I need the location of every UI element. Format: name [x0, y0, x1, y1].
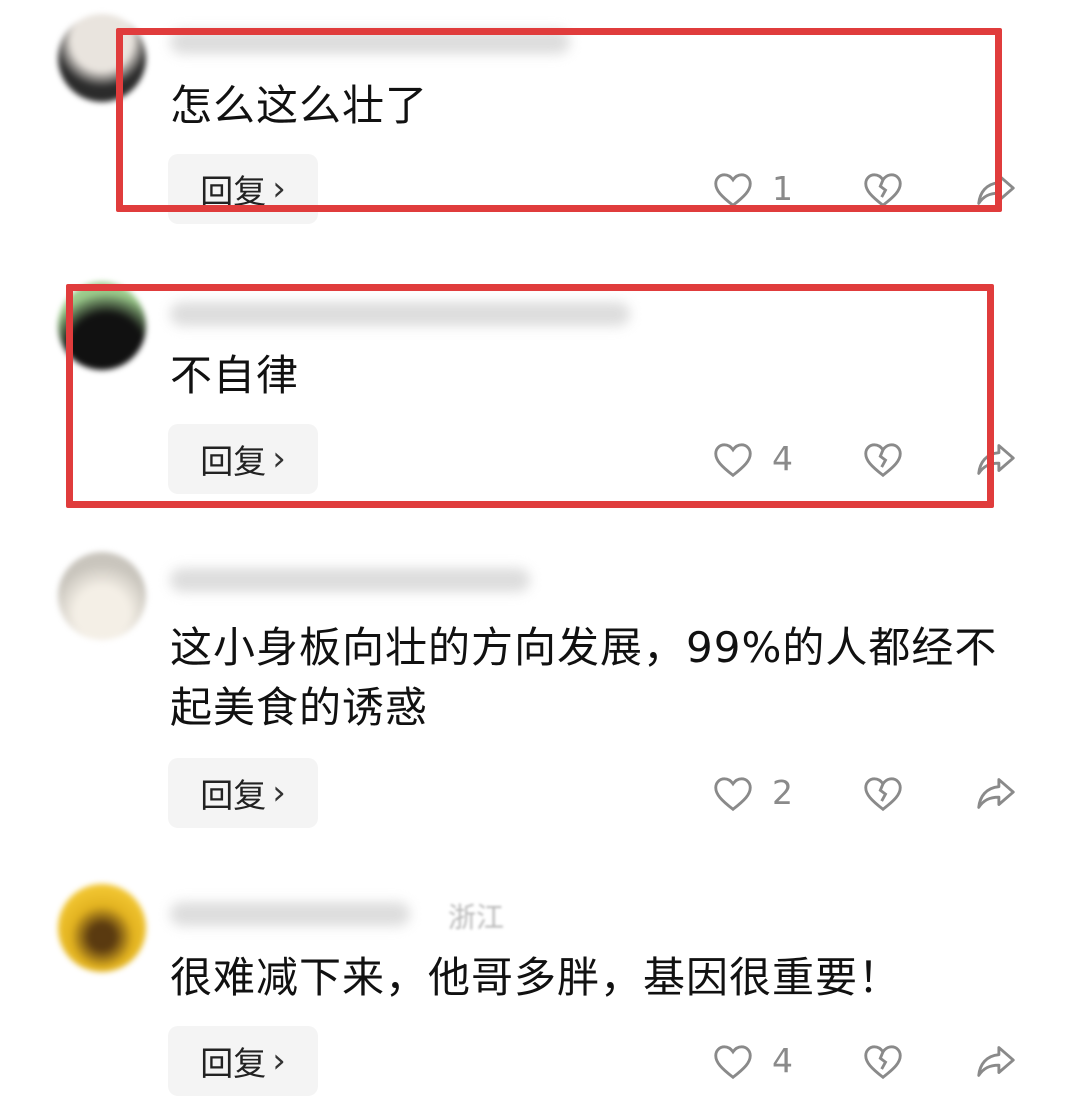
avatar[interactable]: [58, 14, 146, 102]
share-arrow-icon[interactable]: [972, 166, 1020, 212]
username-blurred[interactable]: [170, 902, 410, 926]
comment-list: 怎么这么壮了 回复 › 1 不自律 回复 › 4 这小身板向壮的方向发展，99%…: [0, 0, 1080, 1120]
broken-heart-icon[interactable]: [860, 166, 906, 212]
broken-heart-icon[interactable]: [860, 436, 906, 482]
username-blurred[interactable]: [170, 30, 570, 54]
reply-label: 回复: [200, 172, 267, 211]
comment-text: 不自律: [170, 351, 300, 400]
heart-outline-icon[interactable]: [710, 166, 756, 212]
heart-outline-icon[interactable]: [710, 770, 756, 816]
like-count: 2: [772, 773, 793, 812]
reply-button[interactable]: 回复 ›: [168, 154, 318, 224]
username-blurred[interactable]: [170, 302, 630, 326]
heart-outline-icon[interactable]: [710, 1038, 756, 1084]
reply-button[interactable]: 回复 ›: [168, 1026, 318, 1096]
like-count: 4: [772, 1041, 793, 1080]
broken-heart-icon[interactable]: [860, 770, 906, 816]
heart-outline-icon[interactable]: [710, 436, 756, 482]
broken-heart-icon[interactable]: [860, 1038, 906, 1084]
comment-text: 这小身板向壮的方向发展，99%的人都经不起美食的诱惑: [170, 623, 998, 732]
comment-text: 怎么这么壮了: [170, 81, 429, 130]
like-count: 1: [772, 169, 793, 208]
share-arrow-icon[interactable]: [972, 1038, 1020, 1084]
reply-label: 回复: [200, 1044, 267, 1083]
avatar[interactable]: [58, 884, 146, 972]
username-blurred[interactable]: [170, 568, 530, 592]
reply-label: 回复: [200, 442, 267, 481]
username-location: 浙江: [448, 901, 505, 934]
like-count: 4: [772, 439, 793, 478]
avatar[interactable]: [58, 282, 146, 370]
comment-text: 很难减下来，他哥多胖，基因很重要！: [170, 953, 902, 1002]
reply-button[interactable]: 回复 ›: [168, 424, 318, 494]
avatar[interactable]: [58, 552, 146, 640]
chevron-right-icon: ›: [272, 1041, 286, 1081]
share-arrow-icon[interactable]: [972, 770, 1020, 816]
chevron-right-icon: ›: [272, 773, 286, 813]
chevron-right-icon: ›: [272, 439, 286, 479]
share-arrow-icon[interactable]: [972, 436, 1020, 482]
reply-button[interactable]: 回复 ›: [168, 758, 318, 828]
chevron-right-icon: ›: [272, 169, 286, 209]
reply-label: 回复: [200, 776, 267, 815]
